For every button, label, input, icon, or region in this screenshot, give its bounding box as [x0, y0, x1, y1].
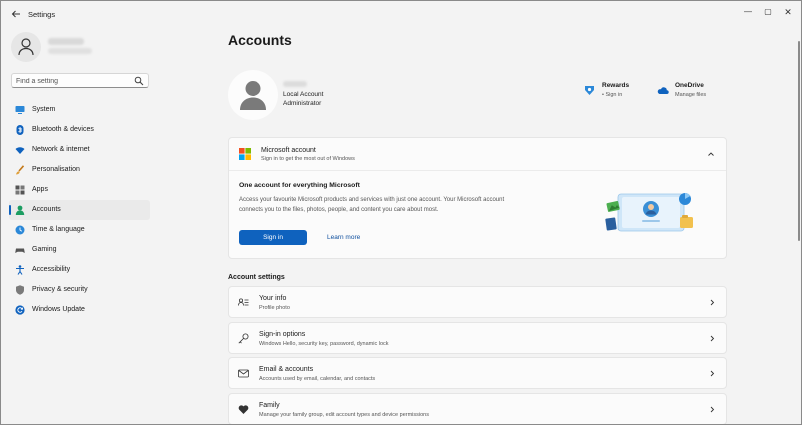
- bluetooth-icon: [15, 125, 25, 135]
- microsoft-account-subtitle: Sign in to get the most out of Windows: [261, 156, 355, 162]
- family-row[interactable]: Family Manage your family group, edit ac…: [228, 393, 727, 424]
- microsoft-account-body-line2: connects you to the files, photos, peopl…: [239, 207, 439, 213]
- sidebar-item-label: Apps: [32, 186, 48, 193]
- wifi-icon: [15, 145, 25, 155]
- key-icon: [238, 333, 249, 344]
- accessibility-icon: [15, 265, 25, 275]
- globe-clock-icon: [15, 225, 25, 235]
- cloud-icon: [657, 85, 669, 96]
- profile-email-redacted: [48, 48, 92, 54]
- page-title: Accounts: [228, 32, 292, 48]
- onedrive-title: OneDrive: [675, 82, 704, 89]
- sidebar-item-apps[interactable]: Apps: [9, 180, 150, 200]
- search-input[interactable]: [16, 76, 126, 86]
- rewards-icon: [584, 85, 595, 96]
- app-title: Settings: [28, 10, 56, 19]
- scrollbar[interactable]: [798, 41, 800, 241]
- close-button[interactable]: ✕: [775, 5, 801, 19]
- sidebar-item-system[interactable]: System: [9, 100, 150, 120]
- person-icon: [15, 205, 25, 215]
- sign-in-options-row[interactable]: Sign-in options Windows Hello, security …: [228, 322, 727, 354]
- row-subtitle: Profile photo: [259, 305, 290, 311]
- back-arrow-icon[interactable]: [10, 8, 22, 20]
- sidebar-item-bluetooth[interactable]: Bluetooth & devices: [9, 120, 150, 140]
- sidebar-item-accessibility[interactable]: Accessibility: [9, 260, 150, 280]
- sign-in-button[interactable]: Sign in: [239, 230, 307, 245]
- row-title: Your info: [259, 295, 287, 302]
- account-role: Administrator: [283, 100, 322, 107]
- email-accounts-row[interactable]: Email & accounts Accounts used by email,…: [228, 357, 727, 389]
- settings-window: Settings — ▢ ✕ System Bluetooth & devic: [0, 0, 802, 425]
- microsoft-account-card: Microsoft account Sign in to get the mos…: [228, 137, 727, 259]
- sidebar-nav: System Bluetooth & devices Network & int…: [9, 100, 150, 320]
- row-title: Email & accounts: [259, 366, 314, 373]
- row-title: Family: [259, 402, 280, 409]
- onedrive-subtitle: Manage files: [675, 92, 707, 98]
- system-icon: [15, 105, 25, 115]
- chevron-right-icon: [708, 405, 716, 414]
- sidebar-item-network[interactable]: Network & internet: [9, 140, 150, 160]
- profile-avatar[interactable]: [11, 32, 41, 62]
- apps-icon: [15, 185, 25, 195]
- account-avatar[interactable]: [228, 70, 278, 120]
- row-subtitle: Windows Hello, security key, password, d…: [259, 341, 389, 347]
- sidebar-item-label: Personalisation: [32, 166, 80, 173]
- microsoft-account-illustration: [604, 191, 696, 236]
- gamepad-icon: [15, 245, 25, 255]
- account-settings-heading: Account settings: [228, 274, 285, 281]
- chevron-right-icon: [708, 334, 716, 343]
- sidebar-item-label: Time & language: [32, 226, 85, 233]
- brush-icon: [15, 165, 25, 175]
- search-icon[interactable]: [134, 76, 144, 86]
- sidebar-item-windows-update[interactable]: Windows Update: [9, 300, 150, 320]
- microsoft-logo-icon: [239, 148, 251, 160]
- account-name-redacted: [283, 81, 307, 87]
- row-subtitle: Manage your family group, edit account t…: [259, 412, 429, 418]
- account-type: Local Account: [283, 91, 324, 98]
- microsoft-account-heading: One account for everything Microsoft: [239, 182, 360, 189]
- sidebar-item-label: Accounts: [32, 206, 61, 213]
- sidebar-item-label: Privacy & security: [32, 286, 88, 293]
- sidebar-item-label: System: [32, 106, 56, 113]
- microsoft-account-body-line1: Access your favourite Microsoft products…: [239, 197, 505, 203]
- person-outline-icon: [18, 38, 34, 56]
- sidebar-item-personalisation[interactable]: Personalisation: [9, 160, 150, 180]
- row-title: Sign-in options: [259, 331, 306, 338]
- sidebar-item-label: Network & internet: [32, 146, 90, 153]
- chevron-right-icon: [708, 369, 716, 378]
- sidebar-item-accounts[interactable]: Accounts: [9, 200, 150, 220]
- title-bar: Settings — ▢ ✕: [1, 1, 801, 27]
- search-box[interactable]: [11, 73, 149, 88]
- sidebar-item-label: Gaming: [32, 246, 57, 253]
- profile-name-redacted: [48, 38, 84, 45]
- id-card-icon: [238, 297, 249, 308]
- chevron-right-icon: [708, 298, 716, 307]
- your-info-row[interactable]: Your info Profile photo: [228, 286, 727, 318]
- sidebar-item-privacy-security[interactable]: Privacy & security: [9, 280, 150, 300]
- heart-icon: [238, 404, 249, 415]
- rewards-title: Rewards: [602, 82, 630, 89]
- sidebar-item-time-language[interactable]: Time & language: [9, 220, 150, 240]
- learn-more-link[interactable]: Learn more: [327, 234, 360, 241]
- microsoft-account-title: Microsoft account: [261, 147, 316, 154]
- sidebar-item-label: Accessibility: [32, 266, 71, 273]
- chevron-up-icon[interactable]: [706, 149, 716, 159]
- mail-icon: [238, 368, 249, 379]
- sidebar-item-label: Windows Update: [32, 306, 85, 313]
- rewards-subtitle: • Sign in: [602, 92, 623, 98]
- row-subtitle: Accounts used by email, calendar, and co…: [259, 376, 376, 382]
- microsoft-account-header[interactable]: Microsoft account Sign in to get the mos…: [229, 138, 726, 171]
- sidebar-item-gaming[interactable]: Gaming: [9, 240, 150, 260]
- person-silhouette-icon: [240, 81, 266, 110]
- update-icon: [15, 305, 25, 315]
- shield-icon: [15, 285, 25, 295]
- sidebar-item-label: Bluetooth & devices: [32, 126, 94, 133]
